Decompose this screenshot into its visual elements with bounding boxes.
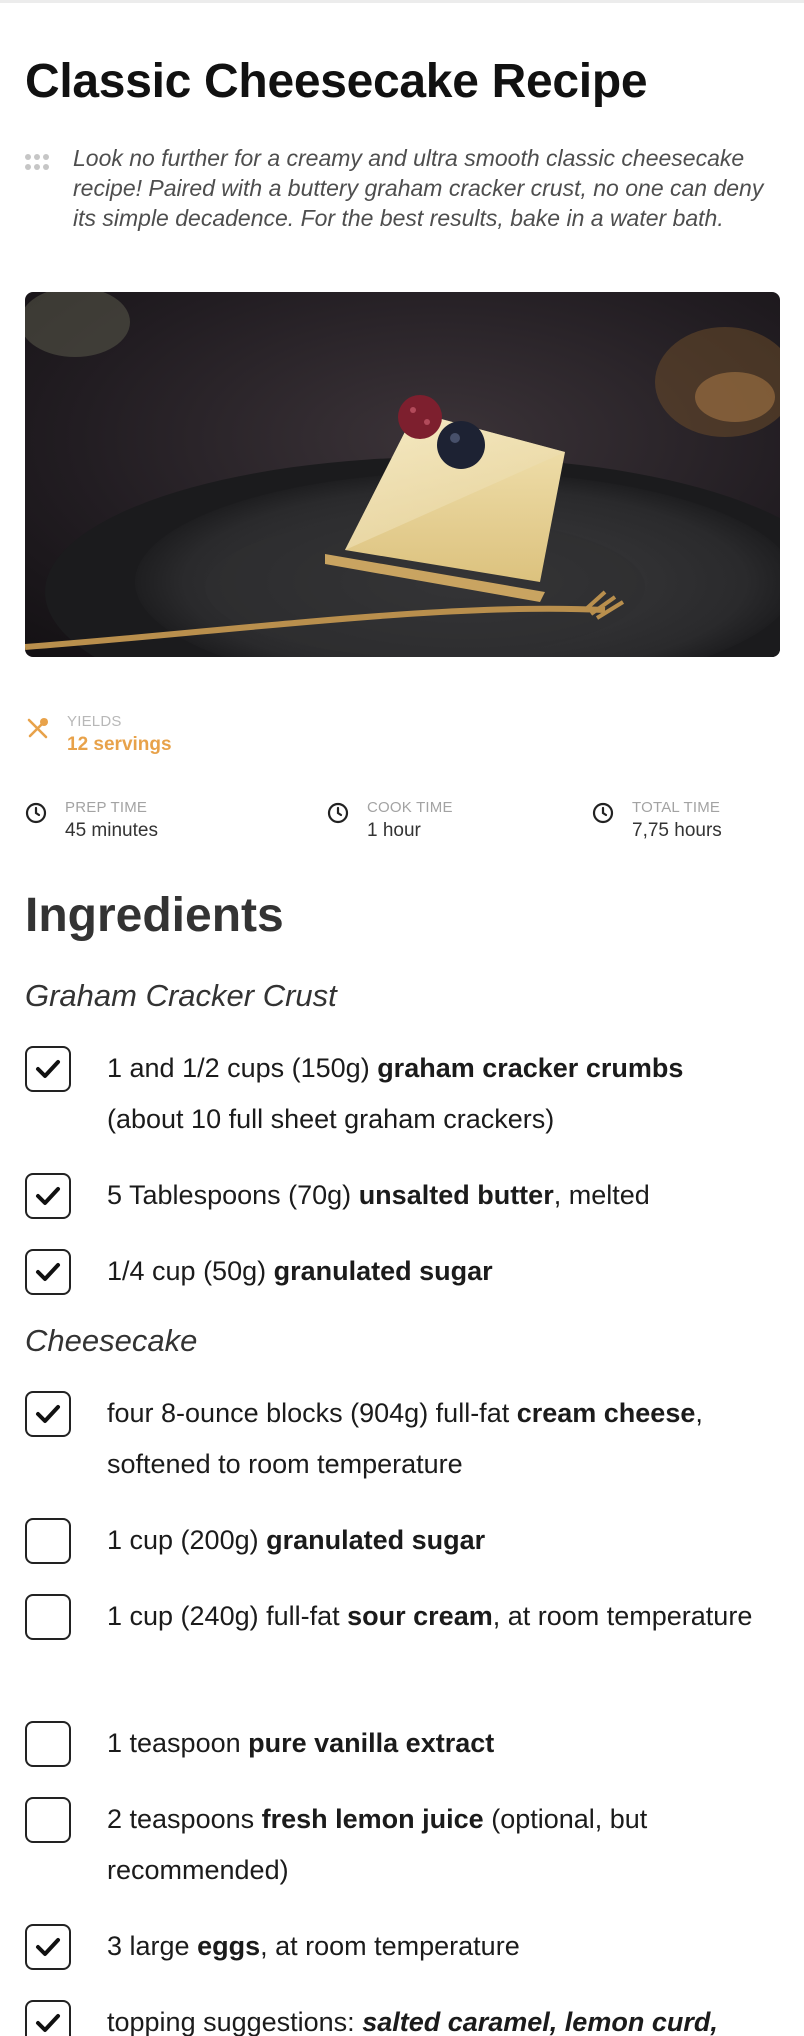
yields-label: YIELDS [67, 713, 122, 730]
ingredient-text: 1 teaspoon pure vanilla extract [107, 1728, 495, 1758]
ingredient-text: 2 teaspoons fresh lemon juice (optional,… [107, 1804, 648, 1885]
ingredient-item: 1 teaspoon pure vanilla extract [25, 1718, 785, 1769]
ingredient-item: four 8-ounce blocks (904g) full-fat crea… [25, 1388, 785, 1490]
summary-text: Look no further for a creamy and ultra s… [73, 145, 764, 231]
yields-value: 12 servings [67, 734, 172, 755]
ingredient-group-title: Cheesecake [25, 1323, 198, 1358]
clock-icon [25, 802, 47, 824]
ingredient-item: 1 and 1/2 cups (150g) graham cracker cru… [25, 1043, 785, 1145]
ingredient-text: topping suggestions: salted caramel, lem… [107, 2007, 718, 2036]
recipe-title: Classic Cheesecake Recipe [25, 55, 648, 108]
ingredient-checkbox[interactable] [25, 1046, 71, 1092]
ingredients-heading: Ingredients [25, 889, 284, 942]
ingredient-checkbox[interactable] [25, 1249, 71, 1295]
ingredient-text: 1 cup (200g) granulated sugar [107, 1525, 486, 1555]
ingredient-text: 5 Tablespoons (70g) unsalted butter, mel… [107, 1180, 650, 1210]
ingredient-checkbox[interactable] [25, 1594, 71, 1640]
ingredient-checkbox[interactable] [25, 1518, 71, 1564]
total-time: TOTAL TIME 7,75 hours [592, 798, 722, 844]
clock-icon [592, 802, 614, 824]
cook-time-label: COOK TIME [367, 799, 453, 816]
ingredient-checkbox[interactable] [25, 1721, 71, 1767]
cook-time-value: 1 hour [367, 820, 421, 841]
prep-time-label: PREP TIME [65, 799, 148, 816]
total-time-value: 7,75 hours [632, 820, 722, 841]
ingredient-checkbox[interactable] [25, 1797, 71, 1843]
ingredient-item: 1 cup (240g) full-fat sour cream, at roo… [25, 1591, 785, 1642]
ingredient-item: 1 cup (200g) granulated sugar [25, 1515, 785, 1566]
checkmark-icon [36, 1405, 60, 1423]
cook-time: COOK TIME 1 hour [327, 798, 453, 844]
ingredient-item: 1/4 cup (50g) granulated sugar [25, 1246, 785, 1297]
ingredient-checkbox[interactable] [25, 2000, 71, 2036]
ingredient-item: topping suggestions: salted caramel, lem… [25, 1997, 785, 2036]
ingredient-text: 1 cup (240g) full-fat sour cream, at roo… [107, 1601, 753, 1631]
ingredient-checkbox[interactable] [25, 1173, 71, 1219]
checkmark-icon [36, 1938, 60, 1956]
ingredient-text: 3 large eggs, at room temperature [107, 1931, 520, 1961]
clock-icon [327, 802, 349, 824]
ingredient-item: 5 Tablespoons (70g) unsalted butter, mel… [25, 1170, 785, 1221]
checkmark-icon [36, 1060, 60, 1078]
recipe-photo [25, 292, 780, 657]
total-time-label: TOTAL TIME [632, 799, 721, 816]
top-divider [0, 0, 804, 3]
ingredient-checkbox[interactable] [25, 1924, 71, 1970]
utensils-icon [27, 718, 48, 739]
ingredient-text: four 8-ounce blocks (904g) full-fat crea… [107, 1398, 703, 1479]
yields-block: YIELDS 12 servings [25, 712, 172, 758]
checkmark-icon [36, 2014, 60, 2032]
ingredient-group-title: Graham Cracker Crust [25, 978, 337, 1013]
prep-time-value: 45 minutes [65, 820, 158, 841]
time-info: PREP TIME 45 minutes COOK TIME 1 hour TO… [0, 798, 804, 848]
checkmark-icon [36, 1187, 60, 1205]
ingredient-text: 1/4 cup (50g) granulated sugar [107, 1256, 493, 1286]
drag-handle-icon[interactable] [25, 154, 49, 172]
recipe-summary: Look no further for a creamy and ultra s… [25, 143, 785, 233]
prep-time: PREP TIME 45 minutes [25, 798, 158, 844]
checkmark-icon [36, 1263, 60, 1281]
ingredient-checkbox[interactable] [25, 1391, 71, 1437]
ingredient-text: 1 and 1/2 cups (150g) graham cracker cru… [107, 1053, 684, 1134]
ingredient-item: 2 teaspoons fresh lemon juice (optional,… [25, 1794, 785, 1896]
ingredient-item: 3 large eggs, at room temperature [25, 1921, 785, 1972]
